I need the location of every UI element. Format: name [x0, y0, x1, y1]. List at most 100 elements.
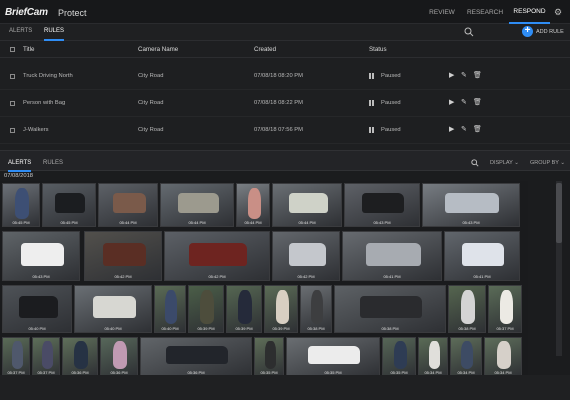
nav-respond[interactable]: RESPOND — [509, 0, 550, 24]
alert-thumbnail[interactable]: 05:43 PM — [422, 183, 520, 227]
rule-status: Paused — [381, 127, 401, 133]
detected-object — [289, 243, 326, 266]
thumbnail-timestamp: 05:41 PM — [383, 274, 401, 279]
alert-thumbnail[interactable]: 05:39 PM — [188, 285, 224, 333]
alert-thumbnail[interactable]: 05:42 PM — [164, 231, 270, 281]
add-rule-button[interactable]: + ADD RULE — [522, 26, 564, 37]
alerts-panel-bar: ALERTS RULES DISPLAY ⌄ GROUP BY ⌄ — [0, 150, 570, 172]
header-created[interactable]: Created — [254, 46, 276, 53]
thumbnail-timestamp: 05:39 PM — [235, 326, 253, 331]
nav-review[interactable]: REVIEW — [423, 0, 461, 24]
alert-thumbnail[interactable]: 05:40 PM — [154, 285, 186, 333]
detected-object — [178, 193, 219, 213]
alert-thumbnail[interactable]: 05:34 PM — [450, 337, 482, 375]
pause-icon — [369, 100, 375, 106]
alert-thumbnail[interactable]: 05:36 PM — [140, 337, 252, 375]
display-dropdown[interactable]: DISPLAY ⌄ — [490, 160, 519, 166]
play-icon[interactable]: ▶ — [449, 98, 454, 106]
alert-thumbnail[interactable]: 05:35 PM — [254, 337, 284, 375]
thumbnail-timestamp: 05:43 PM — [32, 274, 50, 279]
thumbnail-timestamp: 05:42 PM — [297, 274, 315, 279]
gear-icon[interactable]: ⚙ — [554, 7, 562, 18]
alert-thumbnail[interactable]: 05:41 PM — [444, 231, 520, 281]
alert-thumbnail[interactable]: 05:44 PM — [160, 183, 234, 227]
rule-status: Paused — [381, 100, 401, 106]
alert-thumbnail[interactable]: 05:44 PM — [272, 183, 342, 227]
select-all-checkbox[interactable] — [10, 47, 15, 52]
alert-thumbnail[interactable]: 05:45 PM — [2, 183, 40, 227]
search-icon[interactable] — [471, 159, 479, 167]
thumbnail-timestamp: 05:40 PM — [104, 326, 122, 331]
alert-thumbnail[interactable]: 05:43 PM — [344, 183, 420, 227]
row-checkbox[interactable] — [10, 74, 15, 79]
table-row[interactable]: Truck Driving North City Road 07/08/18 0… — [0, 63, 570, 90]
thumbnail-timestamp: 05:44 PM — [244, 220, 262, 225]
rule-title: Truck Driving North — [23, 73, 73, 79]
search-icon[interactable] — [464, 27, 474, 37]
table-row[interactable]: Person with Bag City Road 07/08/18 08:22… — [0, 90, 570, 117]
alert-thumbnail[interactable]: 05:38 PM — [300, 285, 332, 333]
alert-thumbnail[interactable]: 05:40 PM — [2, 285, 72, 333]
alert-thumbnail[interactable]: 05:37 PM — [32, 337, 60, 375]
detected-object — [360, 296, 422, 318]
thumbnail-timestamp: 05:42 PM — [114, 274, 132, 279]
alert-thumbnail[interactable]: 05:35 PM — [286, 337, 380, 375]
alert-thumbnail[interactable]: 05:35 PM — [382, 337, 416, 375]
detected-object — [55, 193, 85, 213]
row-checkbox[interactable] — [10, 101, 15, 106]
detected-object — [497, 341, 511, 369]
row-checkbox[interactable] — [10, 128, 15, 133]
alert-thumbnail[interactable]: 05:38 PM — [448, 285, 486, 333]
alert-thumbnail[interactable]: 05:43 PM — [2, 231, 80, 281]
thumbnail-timestamp: 05:43 PM — [462, 220, 480, 225]
detected-object — [103, 243, 146, 266]
alert-thumbnail[interactable]: 05:37 PM — [488, 285, 522, 333]
edit-icon[interactable]: ✎ — [461, 71, 467, 79]
grid-scrollbar[interactable] — [556, 181, 562, 356]
alert-thumbnail[interactable]: 05:41 PM — [342, 231, 442, 281]
alert-thumbnail[interactable]: 05:36 PM — [62, 337, 98, 375]
thumbnail-timestamp: 05:41 PM — [473, 274, 491, 279]
tab-rules[interactable]: RULES — [44, 28, 65, 41]
rule-created: 07/08/18 07:56 PM — [254, 127, 303, 133]
alert-thumbnail[interactable]: 05:44 PM — [98, 183, 158, 227]
alert-thumbnail[interactable]: 05:38 PM — [334, 285, 446, 333]
delete-icon[interactable]: 🗑 — [473, 98, 482, 106]
thumbnail-timestamp: 05:45 PM — [12, 220, 30, 225]
alert-thumbnail[interactable]: 05:39 PM — [264, 285, 298, 333]
detected-object — [42, 341, 53, 369]
alert-thumbnail[interactable]: 05:37 PM — [2, 337, 30, 375]
add-rule-label: ADD RULE — [536, 28, 564, 35]
alert-thumbnail[interactable]: 05:42 PM — [84, 231, 162, 281]
scrollbar-thumb[interactable] — [556, 183, 562, 243]
rules-subbar: ALERTS RULES + ADD RULE — [0, 24, 570, 41]
alerts-tab-rules[interactable]: RULES — [43, 160, 63, 172]
play-icon[interactable]: ▶ — [449, 71, 454, 79]
header-status[interactable]: Status — [369, 46, 387, 53]
alert-thumbnail[interactable]: 05:42 PM — [272, 231, 340, 281]
alert-thumbnail[interactable]: 05:44 PM — [236, 183, 270, 227]
header-camera[interactable]: Camera Name — [138, 46, 178, 53]
brand-logo[interactable]: BriefCam — [5, 7, 48, 18]
header-title[interactable]: Title — [23, 46, 34, 53]
add-icon: + — [522, 26, 533, 37]
group-by-dropdown[interactable]: GROUP BY ⌄ — [530, 160, 565, 166]
table-row[interactable]: J-Walkers City Road 07/08/18 07:56 PM Pa… — [0, 117, 570, 144]
alert-thumbnail[interactable]: 05:36 PM — [100, 337, 138, 375]
delete-icon[interactable]: 🗑 — [473, 71, 482, 79]
detected-object — [276, 290, 289, 324]
alert-thumbnail[interactable]: 05:45 PM — [42, 183, 96, 227]
nav-research[interactable]: RESEARCH — [463, 0, 507, 24]
play-icon[interactable]: ▶ — [449, 125, 454, 133]
detected-object — [200, 290, 214, 324]
edit-icon[interactable]: ✎ — [461, 98, 467, 106]
alerts-tab-alerts[interactable]: ALERTS — [8, 160, 32, 172]
edit-icon[interactable]: ✎ — [461, 125, 467, 133]
alert-thumbnail[interactable]: 05:34 PM — [484, 337, 522, 375]
delete-icon[interactable]: 🗑 — [473, 125, 482, 133]
alert-thumbnail[interactable]: 05:34 PM — [418, 337, 448, 375]
alert-thumbnail[interactable]: 05:39 PM — [226, 285, 262, 333]
alert-thumbnail[interactable]: 05:40 PM — [74, 285, 152, 333]
tab-alerts[interactable]: ALERTS — [9, 28, 32, 41]
detected-object — [19, 296, 58, 318]
